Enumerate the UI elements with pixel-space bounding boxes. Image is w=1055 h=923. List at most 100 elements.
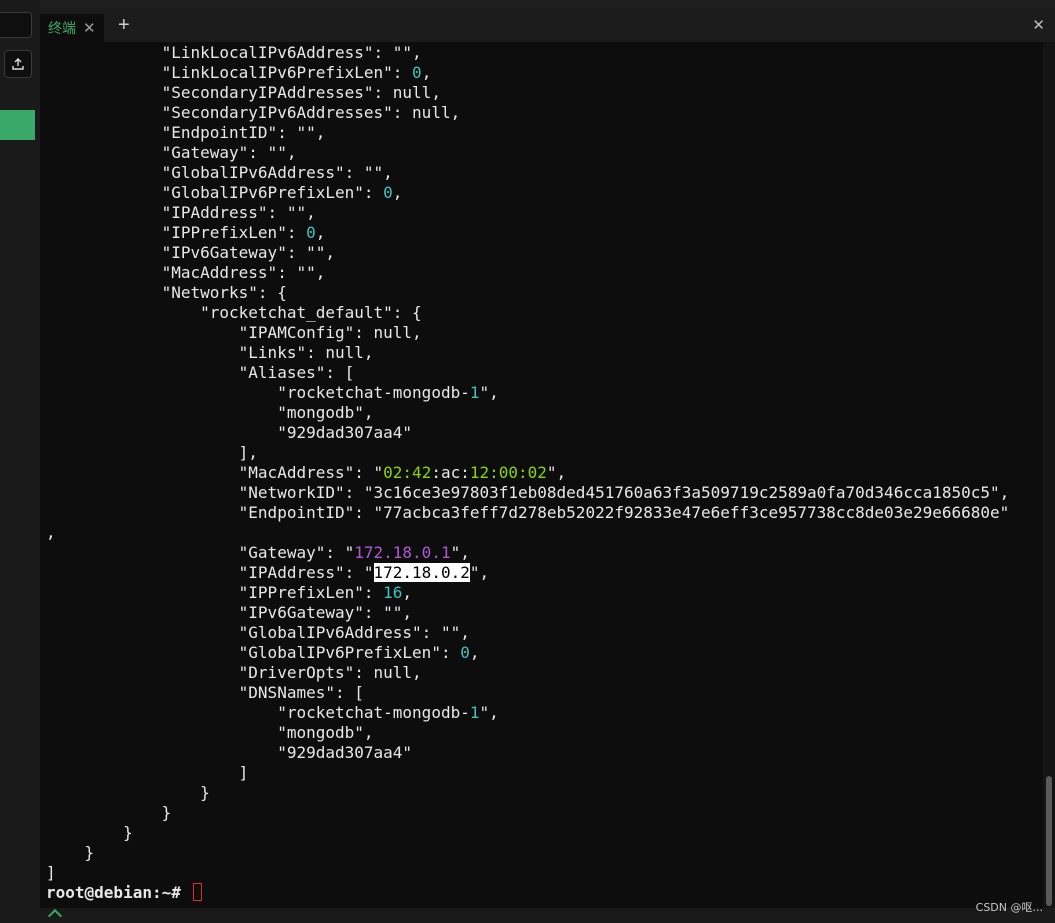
tab-close-icon[interactable]: ✕	[83, 21, 96, 36]
terminal-token: 0	[306, 223, 316, 242]
watermark: CSDN @呕...	[975, 901, 1043, 914]
terminal-token: "IPAddress": "	[46, 563, 374, 582]
terminal-token: ",	[479, 703, 499, 722]
terminal-line: "DNSNames": [	[46, 683, 364, 702]
terminal-line: "929dad307aa4"	[46, 743, 412, 762]
terminal-token: ,	[421, 63, 432, 82]
terminal-token: ,	[402, 583, 413, 602]
terminal-token: "EndpointID": "77acbca3feff7d278eb52022f…	[46, 503, 1010, 522]
terminal-line: }	[46, 823, 133, 842]
sidebar	[0, 0, 40, 923]
terminal-token: "IPv6Gateway": "",	[46, 603, 413, 622]
terminal-cursor[interactable]	[192, 883, 202, 901]
terminal-token: "GlobalIPv6PrefixLen":	[46, 183, 384, 202]
terminal-line: "IPPrefixLen": 0,	[46, 223, 326, 242]
terminal-line: "Networks": {	[46, 283, 287, 302]
terminal-line: "MacAddress": "02:42:ac:12:00:02",	[46, 463, 567, 482]
terminal-token: ],	[46, 443, 258, 462]
terminal-token: "SecondaryIPAddresses": null,	[46, 83, 441, 102]
terminal-line: ]	[46, 863, 56, 882]
terminal-token: "GlobalIPv6Address": "",	[46, 623, 470, 642]
terminal-token: ,	[392, 183, 403, 202]
terminal-line: "Aliases": [	[46, 363, 355, 382]
terminal-line: "EndpointID": "",	[46, 123, 326, 142]
sidebar-input[interactable]	[0, 12, 32, 38]
terminal-line: "MacAddress": "",	[46, 263, 326, 282]
terminal-token: "IPAMConfig": null,	[46, 323, 422, 342]
terminal-line: "Gateway": "",	[46, 143, 297, 162]
terminal-line: "EndpointID": "77acbca3feff7d278eb52022f…	[46, 503, 1010, 522]
terminal-output[interactable]: "LinkLocalIPv6Address": "", "LinkLocalIP…	[40, 42, 1043, 908]
terminal-line: "LinkLocalIPv6PrefixLen": 0,	[46, 63, 432, 82]
terminal-token: "IPPrefixLen":	[46, 583, 384, 602]
terminal-scrollbar[interactable]	[1043, 42, 1055, 908]
shell-prompt: root@debian:~#	[46, 883, 191, 902]
terminal-token: 0	[460, 643, 470, 662]
terminal-line: ]	[46, 763, 249, 782]
terminal-token: "LinkLocalIPv6PrefixLen":	[46, 63, 413, 82]
terminal-line: "rocketchat-mongodb-1",	[46, 383, 499, 402]
terminal-token: "LinkLocalIPv6Address": "",	[46, 43, 422, 62]
terminal-token: 12:00:02	[469, 463, 547, 482]
terminal-line: "GlobalIPv6PrefixLen": 0,	[46, 183, 403, 202]
terminal-text: "LinkLocalIPv6Address": "", "LinkLocalIP…	[46, 43, 1009, 903]
terminal-token: ]	[46, 863, 56, 882]
terminal-line: "Gateway": "172.18.0.1",	[46, 543, 470, 562]
terminal-token: }	[46, 783, 210, 802]
terminal-line: ,	[46, 523, 56, 542]
terminal-line: "Links": null,	[46, 343, 374, 362]
terminal-token: "GlobalIPv6PrefixLen":	[46, 643, 461, 662]
terminal-token: "EndpointID": "",	[46, 123, 326, 142]
terminal-token: ]	[46, 763, 249, 782]
terminal-line: "IPAddress": "",	[46, 203, 316, 222]
terminal-token: "IPAddress": "",	[46, 203, 316, 222]
terminal-line: "GlobalIPv6PrefixLen": 0,	[46, 643, 480, 662]
terminal-token: "MacAddress": "	[46, 463, 384, 482]
terminal-line: "mongodb",	[46, 723, 373, 742]
close-panel-icon[interactable]: ✕	[1032, 18, 1045, 33]
terminal-token: "Networks": {	[46, 283, 287, 302]
terminal-token: "mongodb",	[46, 403, 374, 422]
terminal-token: "Aliases": [	[46, 363, 355, 382]
terminal-line: "IPv6Gateway": "",	[46, 603, 412, 622]
terminal-line: "LinkLocalIPv6Address": "",	[46, 43, 422, 62]
terminal-token: "GlobalIPv6Address": "",	[46, 163, 393, 182]
terminal-token: 172.18.0.2	[373, 563, 470, 582]
status-bar	[40, 908, 1055, 923]
terminal-line: "IPv6Gateway": "",	[46, 243, 335, 262]
terminal-token: "rocketchat-mongodb-	[46, 383, 470, 402]
terminal-line: "GlobalIPv6Address": "",	[46, 163, 393, 182]
terminal-token: 0	[383, 183, 393, 202]
terminal-token: "IPv6Gateway": "",	[46, 243, 335, 262]
scrollbar-thumb[interactable]	[1046, 776, 1052, 906]
terminal-token: "rocketchat_default": {	[46, 303, 422, 322]
terminal-line: "rocketchat-mongodb-1",	[46, 703, 499, 722]
terminal-token: ,	[46, 523, 56, 542]
terminal-token: "DNSNames": [	[46, 683, 364, 702]
terminal-token: 16	[383, 583, 403, 602]
terminal-token: ",	[469, 563, 490, 582]
terminal-line: "IPAddress": "172.18.0.2",	[46, 563, 489, 582]
chevron-up-icon[interactable]	[47, 908, 63, 923]
terminal-token: 172.18.0.1	[354, 543, 451, 562]
terminal-line: ],	[46, 443, 258, 462]
terminal-line: }	[46, 783, 210, 802]
terminal-token: "NetworkID": "3c16ce3e97803f1eb08ded4517…	[46, 483, 1010, 502]
new-tab-button[interactable]: +	[118, 15, 130, 35]
terminal-line: "mongodb",	[46, 403, 374, 422]
terminal-line: }	[46, 803, 172, 822]
terminal-token: 02:42	[383, 463, 432, 482]
terminal-line: "NetworkID": "3c16ce3e97803f1eb08ded4517…	[46, 483, 1010, 502]
upload-icon	[12, 58, 24, 70]
upload-button[interactable]	[4, 50, 32, 78]
terminal-token: "929dad307aa4"	[46, 423, 413, 442]
sidebar-active-item[interactable]	[0, 110, 35, 140]
terminal-token: ,	[469, 643, 480, 662]
tab-terminal-label: 终端	[48, 21, 76, 37]
tab-terminal[interactable]: 终端 ✕	[40, 14, 104, 42]
terminal-token: 0	[412, 63, 422, 82]
terminal-token: "929dad307aa4"	[46, 743, 413, 762]
terminal-line: "DriverOpts": null,	[46, 663, 422, 682]
terminal-token: }	[46, 803, 172, 822]
terminal-token: "MacAddress": "",	[46, 263, 326, 282]
